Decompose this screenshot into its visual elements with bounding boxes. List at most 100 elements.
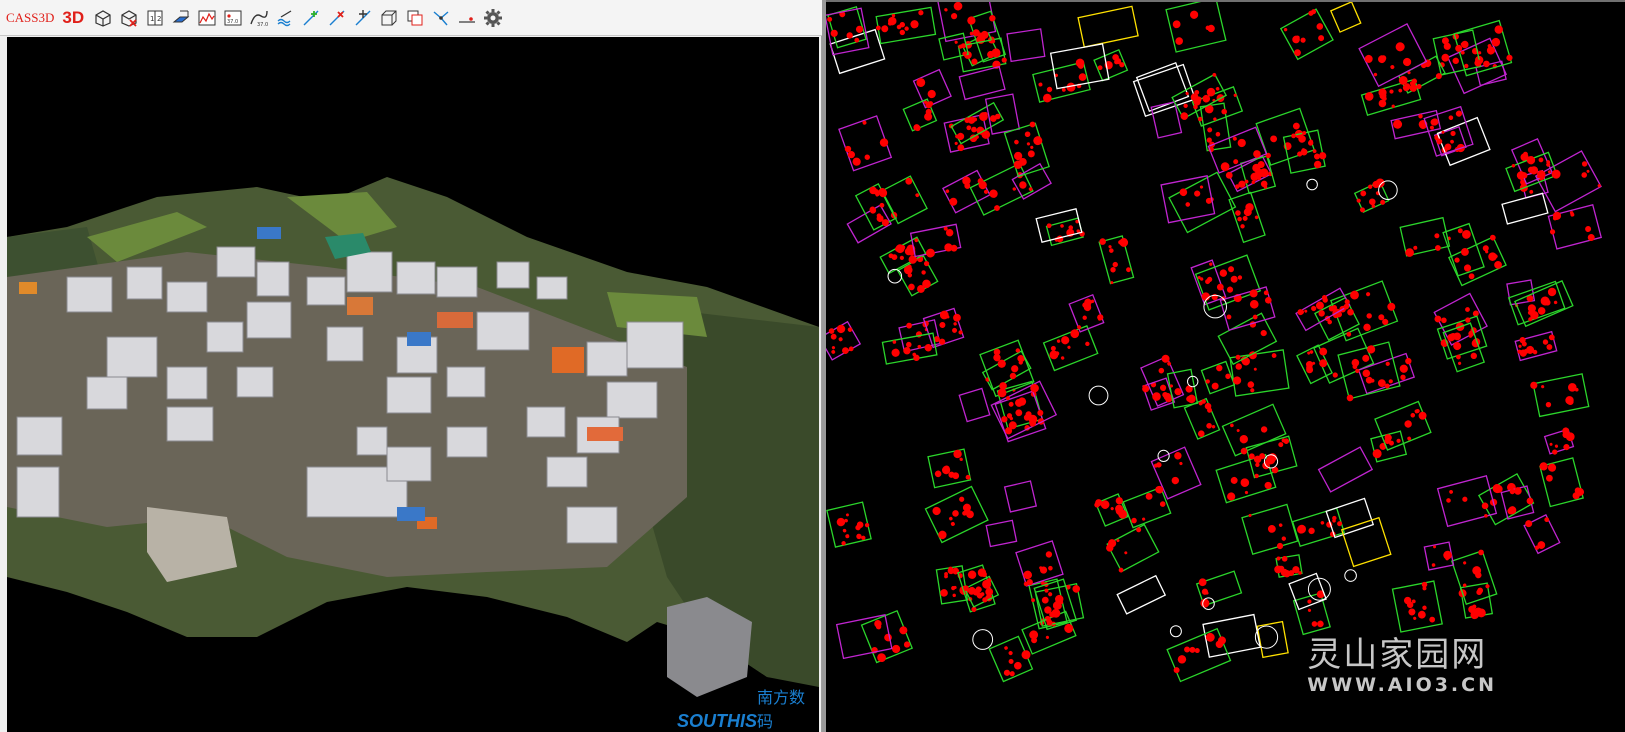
building-footprint bbox=[1340, 516, 1392, 568]
survey-point bbox=[1307, 608, 1312, 612]
line-point-icon[interactable] bbox=[456, 7, 478, 29]
survey-point bbox=[1362, 354, 1370, 362]
building-footprint bbox=[922, 307, 965, 349]
survey-point bbox=[1206, 422, 1212, 429]
building-footprint bbox=[1221, 403, 1287, 457]
survey-point bbox=[949, 516, 953, 521]
station-circle bbox=[972, 629, 994, 650]
survey-point bbox=[1038, 82, 1043, 87]
mode-3d-label[interactable]: 3D bbox=[62, 8, 84, 28]
survey-point bbox=[1253, 367, 1257, 371]
scale-ratio-icon[interactable]: 12 bbox=[144, 7, 166, 29]
survey-point bbox=[1211, 382, 1219, 390]
cube-open-icon[interactable] bbox=[92, 7, 114, 29]
survey-point bbox=[1177, 655, 1187, 664]
brand-label: CASS3D bbox=[6, 9, 55, 25]
survey-point bbox=[1185, 91, 1189, 96]
building-footprint bbox=[985, 519, 1018, 548]
survey-point bbox=[1435, 245, 1441, 251]
layer-copy-icon[interactable] bbox=[404, 7, 426, 29]
footprint-outline bbox=[1122, 486, 1172, 529]
footprint-outline bbox=[969, 162, 1034, 216]
survey-point bbox=[856, 533, 862, 540]
survey-point bbox=[1173, 667, 1180, 674]
building-footprint bbox=[988, 635, 1034, 683]
settings-gear-icon[interactable] bbox=[482, 7, 504, 29]
svg-text:2: 2 bbox=[157, 15, 161, 23]
survey-point bbox=[1209, 262, 1213, 266]
survey-point bbox=[1240, 224, 1245, 229]
survey-point bbox=[1434, 315, 1442, 323]
survey-point bbox=[1124, 551, 1128, 555]
survey-point bbox=[878, 188, 888, 198]
contour-line-icon[interactable]: 37.0 bbox=[248, 7, 270, 29]
elevation-point-icon[interactable]: 37.0 bbox=[222, 7, 244, 29]
building-footprint bbox=[881, 332, 938, 365]
move-point-icon[interactable] bbox=[352, 7, 374, 29]
building-footprint bbox=[1279, 8, 1334, 61]
box-3d-icon[interactable] bbox=[378, 7, 400, 29]
vertex-edit-icon[interactable] bbox=[430, 7, 452, 29]
survey-point bbox=[1489, 234, 1496, 241]
survey-point bbox=[918, 10, 924, 16]
survey-point bbox=[1012, 187, 1016, 191]
survey-point bbox=[1586, 169, 1590, 173]
building-footprint bbox=[1436, 474, 1498, 528]
survey-point bbox=[1112, 261, 1118, 268]
survey-point bbox=[927, 89, 936, 99]
survey-point bbox=[1207, 127, 1213, 133]
building-footprint bbox=[924, 485, 989, 544]
cube-delete-icon[interactable] bbox=[118, 7, 140, 29]
survey-point bbox=[1547, 287, 1557, 297]
survey-point bbox=[1041, 596, 1049, 604]
survey-point bbox=[1235, 363, 1242, 370]
add-point-icon[interactable] bbox=[300, 7, 322, 29]
building-footprint bbox=[829, 28, 886, 75]
survey-point bbox=[1230, 423, 1234, 428]
survey-point bbox=[1511, 164, 1516, 168]
survey-point bbox=[1468, 273, 1475, 280]
building-footprint bbox=[896, 255, 939, 297]
survey-point bbox=[939, 310, 949, 320]
survey-point bbox=[1207, 24, 1215, 33]
survey-point bbox=[1308, 527, 1315, 535]
survey-point bbox=[989, 15, 996, 22]
survey-point bbox=[934, 470, 942, 478]
survey-point bbox=[842, 528, 847, 533]
building-footprint bbox=[1168, 171, 1237, 234]
plane-fill-icon[interactable] bbox=[170, 7, 192, 29]
survey-point bbox=[1001, 57, 1007, 63]
3d-model-viewport[interactable]: SOUTHIS 南方数码 bbox=[7, 37, 819, 732]
delete-point-icon[interactable] bbox=[326, 7, 348, 29]
survey-point bbox=[1388, 379, 1393, 384]
survey-point bbox=[1043, 93, 1052, 103]
cad-drawing-pane[interactable]: 灵山家园网 WWW.AIO3.CN bbox=[826, 0, 1625, 732]
building-footprint bbox=[1317, 446, 1374, 493]
footprint-outline bbox=[1391, 580, 1443, 633]
survey-point bbox=[1046, 86, 1053, 93]
survey-point bbox=[1585, 226, 1592, 233]
terrain-chart-icon[interactable] bbox=[196, 7, 218, 29]
3d-view-pane: CASS3D 3D 12 37.0 37.0 SOUTHIS 南方数码 bbox=[0, 0, 822, 732]
building-footprint bbox=[1500, 485, 1535, 520]
survey-point bbox=[952, 327, 958, 333]
survey-point bbox=[1056, 339, 1061, 343]
survey-point bbox=[1142, 517, 1146, 521]
survey-point bbox=[1417, 610, 1426, 619]
station-circle bbox=[887, 268, 903, 284]
building-footprint bbox=[1501, 192, 1549, 225]
building-footprint bbox=[1166, 368, 1199, 409]
survey-point bbox=[1027, 150, 1035, 158]
survey-point bbox=[959, 496, 965, 502]
oblique-photo-3d-model bbox=[7, 177, 819, 697]
building-footprint bbox=[1045, 217, 1085, 247]
survey-point bbox=[1249, 299, 1259, 309]
station-circle bbox=[1378, 180, 1398, 200]
survey-point bbox=[1118, 567, 1124, 573]
water-wave-icon[interactable] bbox=[274, 7, 296, 29]
survey-point bbox=[1552, 449, 1558, 455]
building-footprint bbox=[1391, 580, 1443, 633]
building-footprint bbox=[1011, 162, 1052, 200]
cass3d-window: CASS3D 3D 12 37.0 37.0 SOUTHIS 南方数码 灵山家园… bbox=[0, 0, 1625, 732]
building-footprint bbox=[1291, 507, 1346, 548]
